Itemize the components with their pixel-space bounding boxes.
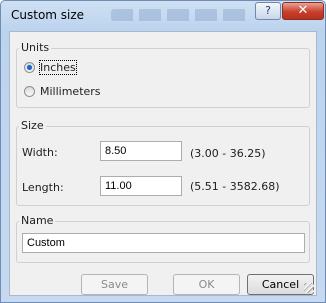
ok-button[interactable]: OK — [173, 274, 240, 295]
close-icon: ✕ — [297, 3, 309, 18]
length-input[interactable] — [100, 176, 182, 196]
close-button[interactable]: ✕ — [282, 2, 324, 20]
units-group — [16, 48, 310, 108]
name-group-label: Name — [19, 214, 56, 227]
radio-millimeters[interactable]: Millimeters — [24, 85, 101, 98]
help-icon: ? — [265, 4, 271, 17]
name-input[interactable] — [22, 233, 305, 253]
custom-size-dialog: Custom size ? ✕ Units Inches Millimeters… — [0, 0, 326, 303]
radio-inches-button[interactable] — [24, 62, 35, 73]
radio-millimeters-button[interactable] — [24, 86, 35, 97]
resize-grip[interactable] — [304, 283, 314, 293]
title-bar[interactable]: Custom size ? ✕ — [1, 1, 325, 29]
size-group-label: Size — [19, 119, 46, 132]
width-input[interactable] — [100, 141, 182, 161]
length-label: Length: — [22, 181, 64, 194]
radio-inches-label: Inches — [39, 60, 77, 75]
dialog-body: Units Inches Millimeters Size Width: (3.… — [9, 31, 317, 296]
title-bar-reflection — [111, 9, 251, 21]
radio-millimeters-label: Millimeters — [40, 85, 101, 98]
dialog-title: Custom size — [11, 8, 85, 22]
length-range: (5.51 - 3582.68) — [190, 180, 280, 193]
width-range: (3.00 - 36.25) — [190, 147, 266, 160]
units-group-label: Units — [19, 41, 52, 54]
radio-inches[interactable]: Inches — [24, 60, 77, 75]
help-button[interactable]: ? — [255, 2, 281, 20]
save-button[interactable]: Save — [81, 274, 148, 295]
width-label: Width: — [22, 146, 58, 159]
